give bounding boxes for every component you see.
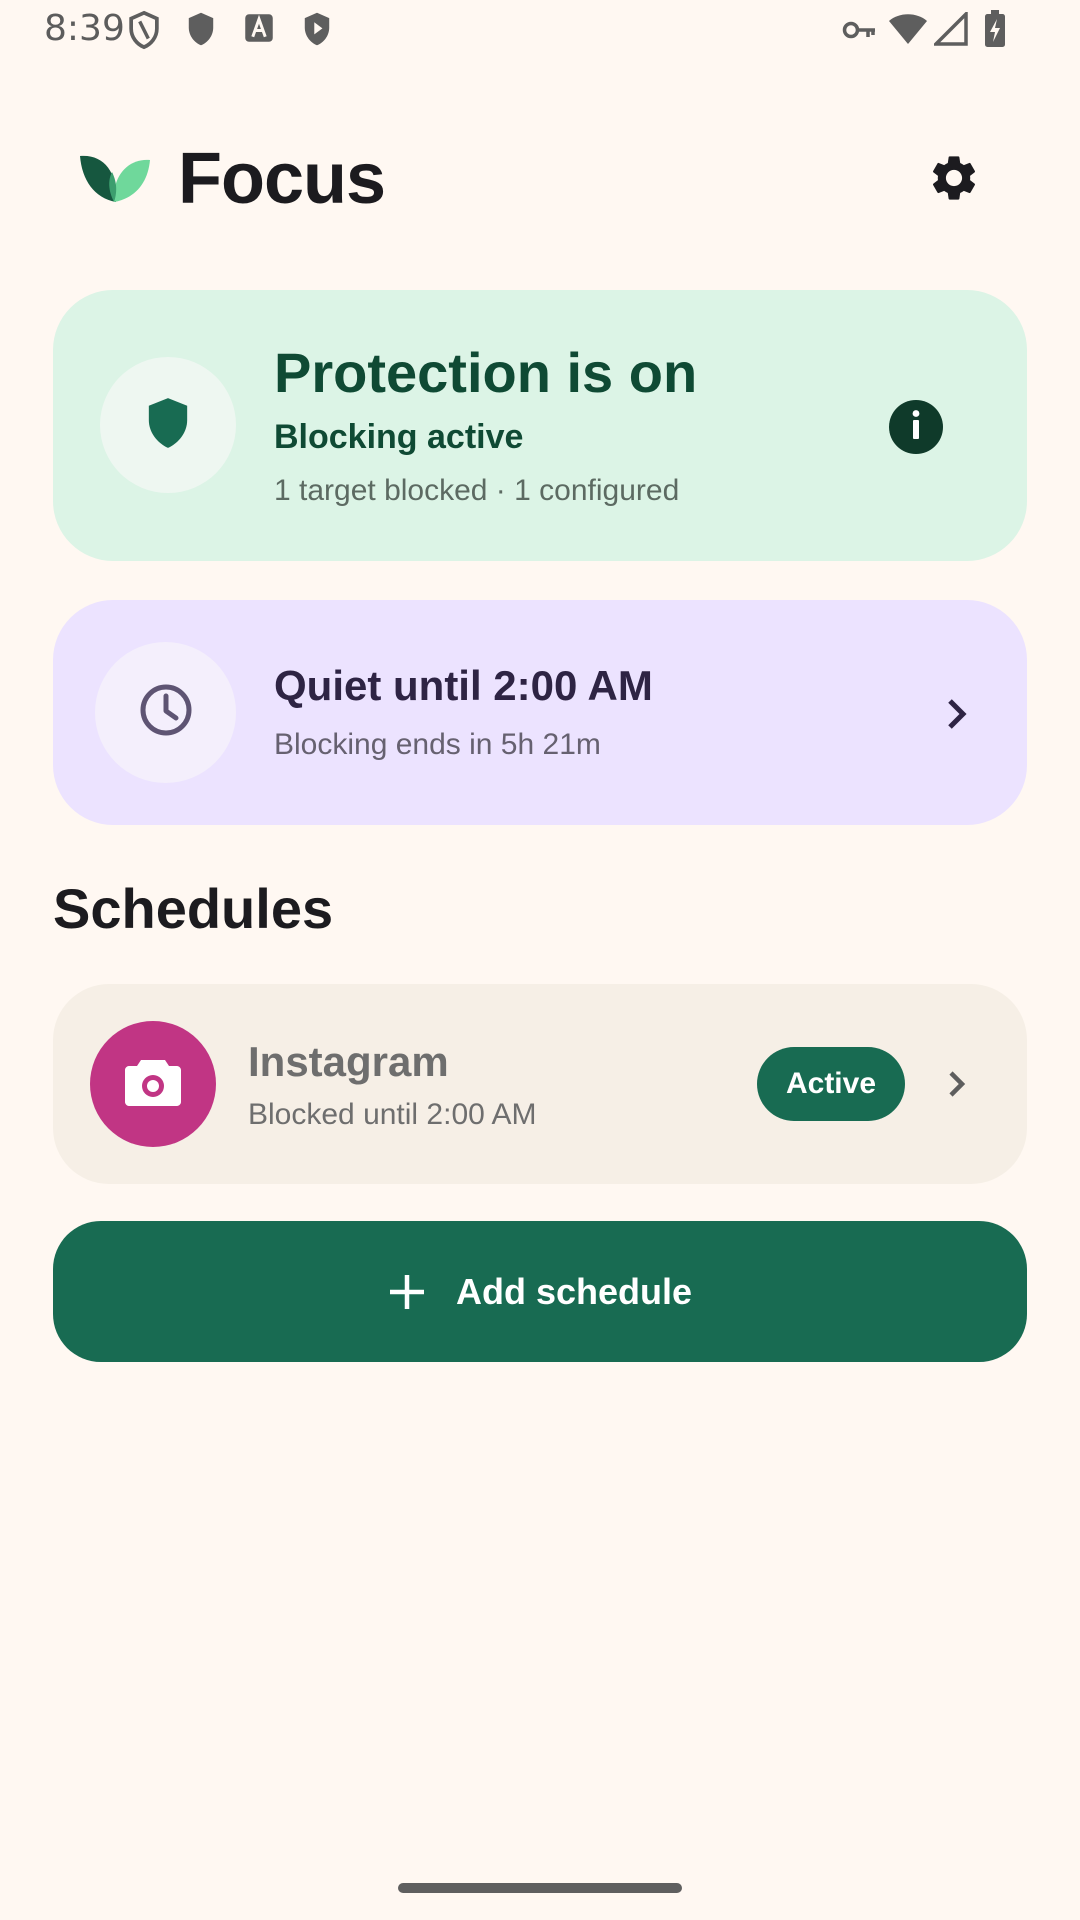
protection-title: Protection is on (274, 341, 698, 404)
settings-button[interactable] (920, 146, 988, 214)
quiet-detail: Blocking ends in 5h 21m (274, 728, 601, 761)
add-schedule-content: Add schedule (388, 1271, 692, 1313)
quiet-icon-circle (95, 642, 236, 783)
shield-outline-icon (126, 10, 162, 55)
battery-charging-icon (984, 10, 1006, 53)
text-a-icon (244, 10, 274, 51)
camera-icon (123, 1056, 183, 1113)
info-button[interactable] (889, 400, 943, 454)
app-title: Focus (178, 139, 386, 219)
status-bar: 8:39 (0, 0, 1080, 64)
protection-icon-circle (100, 357, 236, 493)
shield-icon (184, 10, 218, 53)
app-avatar (90, 1021, 216, 1147)
shield-play-icon (300, 10, 334, 53)
protection-detail: 1 target blocked · 1 configured (274, 474, 680, 507)
add-schedule-label: Add schedule (455, 1270, 693, 1312)
gear-icon (927, 151, 981, 210)
schedule-detail: Blocked until 2:00 AM (248, 1098, 537, 1131)
add-schedule-button[interactable]: Add schedule (53, 1221, 1027, 1362)
info-icon (910, 409, 922, 446)
chevron-right-icon (933, 1060, 981, 1108)
app-header: Focus (0, 130, 1080, 230)
plus-icon (388, 1273, 426, 1311)
clock-icon (138, 682, 194, 743)
protection-subtitle: Blocking active (274, 418, 524, 456)
vpn-key-icon (842, 16, 878, 49)
gesture-nav-bar[interactable] (398, 1883, 682, 1893)
quiet-title: Quiet until 2:00 AM (274, 662, 653, 709)
schedule-name: Instagram (248, 1038, 449, 1085)
schedule-item-instagram[interactable]: Instagram Blocked until 2:00 AM Active (53, 984, 1027, 1184)
quiet-mode-card[interactable]: Quiet until 2:00 AM Blocking ends in 5h … (53, 600, 1027, 825)
shield-icon (145, 396, 191, 455)
signal-icon (931, 9, 968, 51)
focus-home-screen: 8:39 Focus Protection is on Blocking act… (0, 0, 1080, 1920)
status-badge: Active (757, 1047, 905, 1121)
wifi-icon (888, 12, 928, 51)
leaf-logo-icon (78, 150, 152, 211)
protection-status-card[interactable]: Protection is on Blocking active 1 targe… (53, 290, 1027, 561)
status-time: 8:39 (44, 8, 125, 49)
chevron-right-icon (933, 690, 981, 738)
section-title-schedules: Schedules (53, 877, 334, 940)
